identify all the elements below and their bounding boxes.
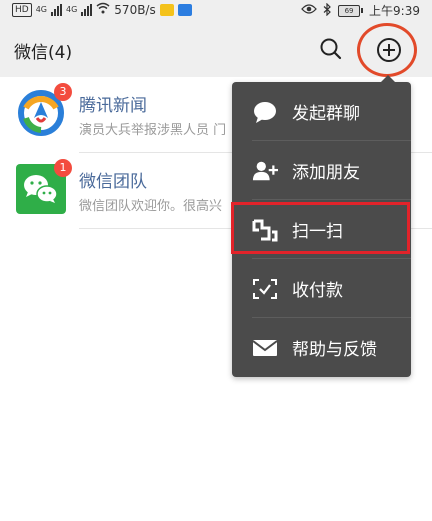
scan-highlight-box [231,202,410,254]
menu-label: 收付款 [292,281,343,301]
network-label: 4G [35,5,47,14]
status-bar: HD 4G 4G 570B/s 69 上午9:39 [0,0,432,22]
chat-preview: 演员大兵举报涉黑人员 门 [79,123,227,138]
page-title: 微信(4) [14,43,73,63]
app-header: 微信(4) [0,22,432,77]
search-icon [320,38,342,60]
hd-indicator: HD [12,2,32,17]
menu-item-payment[interactable]: 收付款 [232,259,411,318]
chat-bubble-icon [252,99,278,125]
bluetooth-icon [323,2,332,19]
menu-item-scan[interactable]: 扫一扫 [231,200,411,259]
notification-app-icon [177,3,192,16]
unread-badge: 1 [54,159,72,177]
battery-icon: 69 [338,4,364,17]
unread-badge: 3 [54,83,72,101]
search-button[interactable] [318,36,344,62]
status-right: 69 上午9:39 [301,2,420,19]
mail-icon [252,335,278,361]
battery-level: 69 [338,4,361,17]
signal-icon [81,3,93,16]
plus-dropdown-menu: 发起群聊 添加朋友 扫一扫 收付款 帮助与反馈 [231,75,411,377]
eye-icon [301,3,317,18]
add-friend-icon [252,158,278,184]
notification-app-icon [159,3,174,16]
screen: HD 4G 4G 570B/s 69 上午9:39 微信(4) 3 腾讯新闻 演… [0,0,432,521]
network-label: 4G [66,5,78,14]
status-left: HD 4G 4G 570B/s [12,2,192,17]
menu-label: 发起群聊 [292,104,360,124]
wifi-icon [96,2,110,17]
plus-circle-icon [377,38,401,62]
chat-name: 腾讯新闻 [79,96,147,116]
menu-label: 帮助与反馈 [292,340,377,360]
menu-label: 添加朋友 [292,163,360,183]
network-speed: 570B/s [114,2,156,17]
menu-item-group-chat[interactable]: 发起群聊 [232,82,411,141]
menu-item-help-feedback[interactable]: 帮助与反馈 [232,318,411,377]
signal-icon [51,3,62,16]
menu-item-add-friend[interactable]: 添加朋友 [232,141,411,200]
payment-scan-icon [252,276,278,302]
clock: 上午9:39 [369,4,420,18]
chat-preview: 微信团队欢迎你。很高兴 [79,199,223,214]
plus-button[interactable] [374,35,404,65]
chat-name: 微信团队 [79,172,147,192]
